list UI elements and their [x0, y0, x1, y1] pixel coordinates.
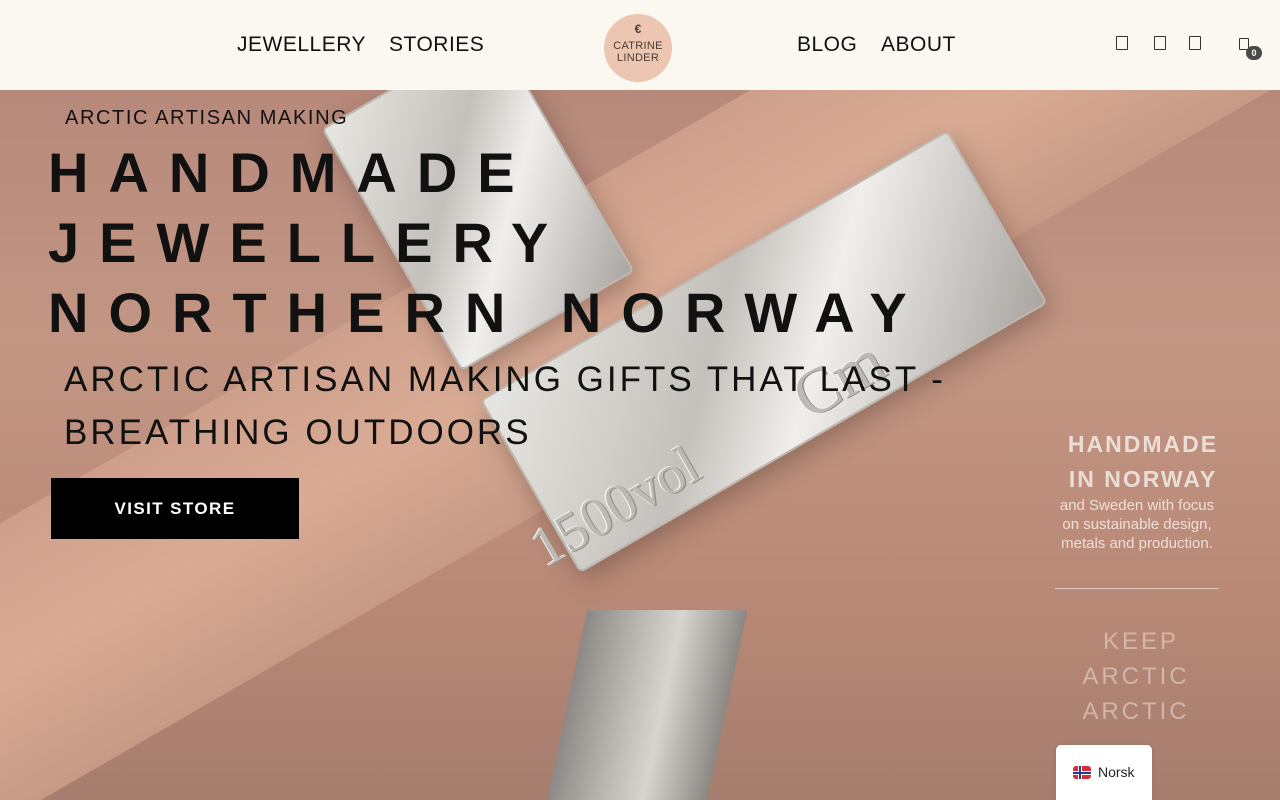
- nav-jewellery[interactable]: JEWELLERY: [237, 33, 366, 57]
- nav-stories[interactable]: STORIES: [389, 33, 484, 57]
- logo-text-line1: CATRINE: [613, 40, 663, 52]
- keep-arctic-line: KEEP: [1102, 628, 1180, 655]
- nav-blog[interactable]: BLOG: [797, 33, 857, 57]
- keep-arctic-line: ARCTIC: [1082, 698, 1190, 725]
- ring-band: [542, 610, 748, 800]
- visit-store-button[interactable]: VISIT STORE: [51, 478, 299, 539]
- wishlist-icon[interactable]: [1189, 36, 1201, 50]
- logo-text-line2: LINDER: [616, 52, 660, 64]
- hero-headline-line: JEWELLERY: [48, 211, 569, 274]
- logo-mark: €: [634, 22, 642, 36]
- hero-eyebrow: ARCTIC ARTISAN MAKING: [65, 107, 349, 129]
- language-label: Norsk: [1098, 764, 1135, 780]
- site-logo[interactable]: € CATRINE LINDER: [604, 14, 672, 82]
- hero-subheadline-line: ARCTIC ARTISAN MAKING GIFTS THAT LAST -: [64, 360, 946, 399]
- side-divider: [1055, 588, 1219, 589]
- side-description: and Sweden with focus on sustainable des…: [1059, 497, 1215, 552]
- account-icon[interactable]: [1154, 36, 1166, 50]
- language-switcher[interactable]: Norsk: [1056, 745, 1152, 800]
- hero-headline-line: NORTHERN NORWAY: [48, 281, 927, 344]
- side-heading-line: HANDMADE: [1067, 431, 1219, 457]
- nav-about[interactable]: ABOUT: [881, 33, 956, 57]
- cart-count-badge: 0: [1246, 46, 1262, 60]
- hero-headline-line: HANDMADE: [48, 141, 535, 204]
- keep-arctic-line: ARCTIC: [1082, 663, 1190, 690]
- norway-flag-icon: [1073, 766, 1091, 779]
- site-header: JEWELLERY STORIES € CATRINE LINDER BLOG …: [0, 0, 1280, 90]
- side-heading-line: IN NORWAY: [1068, 466, 1218, 492]
- search-icon[interactable]: [1116, 36, 1128, 50]
- hero-subheadline-line: BREATHING OUTDOORS: [64, 413, 532, 452]
